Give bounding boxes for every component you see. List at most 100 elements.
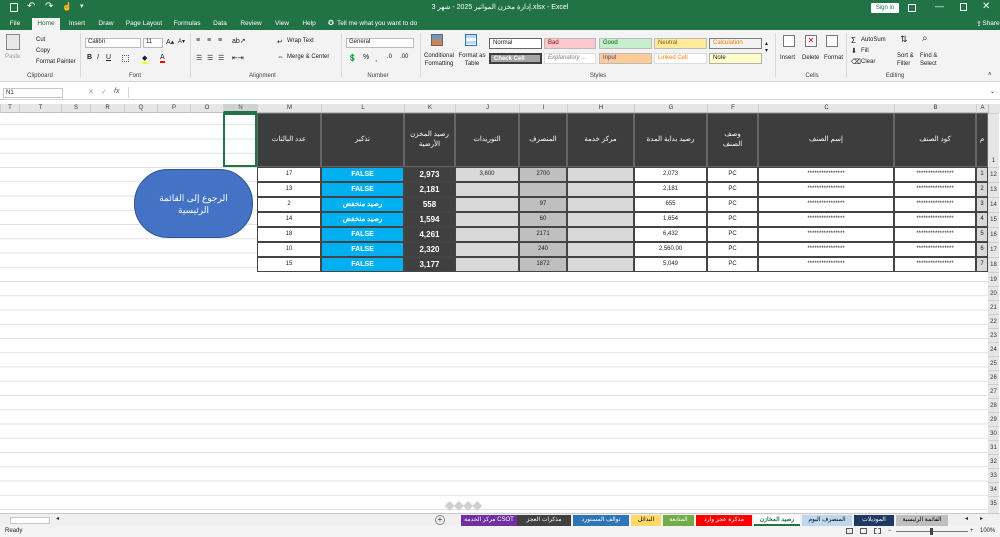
cell-serial[interactable]: 6 xyxy=(976,242,988,257)
cell-issued[interactable]: 1872 xyxy=(519,257,567,272)
italic-icon[interactable]: I xyxy=(97,54,99,61)
cell-pallets[interactable]: 15 xyxy=(257,257,321,272)
expand-formula-icon[interactable]: ⌄ xyxy=(990,88,995,95)
shrink-font-icon[interactable]: A▾ xyxy=(178,38,185,45)
clear-button[interactable]: Clear xyxy=(861,59,875,65)
percent-icon[interactable]: % xyxy=(363,54,369,61)
cell-issued[interactable]: 97 xyxy=(519,197,567,212)
style-bad[interactable]: Bad xyxy=(544,38,596,49)
align-top-icon[interactable]: ≡ xyxy=(196,37,200,44)
sheet-tab-csot[interactable]: مركز الخدمة CSOT xyxy=(461,515,517,526)
tab-home[interactable]: Home xyxy=(32,18,60,30)
cell-supplies[interactable] xyxy=(455,197,519,212)
select-all-corner[interactable] xyxy=(988,104,1000,113)
column-header[interactable]: T xyxy=(0,104,19,113)
cell-item-name[interactable]: **************** xyxy=(758,212,894,227)
cell-description[interactable]: PC xyxy=(707,182,758,197)
style-linked-cell[interactable]: Linked Cell xyxy=(654,53,707,64)
column-header[interactable]: H xyxy=(567,104,634,113)
row-header[interactable]: 24 xyxy=(988,342,999,356)
column-header[interactable]: I xyxy=(519,104,567,113)
font-name-select[interactable]: Calibri xyxy=(85,38,141,48)
find-select-button[interactable]: Find & Select xyxy=(920,52,942,68)
row-header[interactable]: 18 xyxy=(988,257,999,272)
cell-item-name[interactable]: **************** xyxy=(758,197,894,212)
cell-supplies[interactable] xyxy=(455,227,519,242)
cell-opening-balance[interactable]: 2,181 xyxy=(634,182,707,197)
ribbon-display-icon[interactable] xyxy=(908,4,916,12)
row-header[interactable]: 26 xyxy=(988,370,999,384)
row-header[interactable]: 1 xyxy=(988,113,999,167)
paste-icon[interactable] xyxy=(6,34,20,50)
sheet-tab-deficit-notes[interactable]: مذكرات العجز xyxy=(517,515,571,526)
row-header[interactable]: 23 xyxy=(988,328,999,342)
page-break-view-icon[interactable] xyxy=(874,528,881,534)
tab-formulas[interactable]: Formulas xyxy=(170,18,204,30)
format-painter-button[interactable]: Format Painter xyxy=(36,59,76,65)
column-header[interactable]: F xyxy=(707,104,758,113)
column-header[interactable]: C xyxy=(758,104,894,113)
cell-item-name[interactable]: **************** xyxy=(758,257,894,272)
comma-icon[interactable]: , xyxy=(375,54,377,63)
cell-serial[interactable]: 7 xyxy=(976,257,988,272)
restore-icon[interactable] xyxy=(960,3,967,11)
cell-serial[interactable]: 2 xyxy=(976,182,988,197)
row-header[interactable]: 12 xyxy=(988,167,999,182)
sign-in-button[interactable]: Sign in xyxy=(871,3,899,13)
cell-issued[interactable]: 2700 xyxy=(519,167,567,182)
row-header[interactable]: 35 xyxy=(988,496,999,510)
cell-reminder[interactable]: رصيد منخفض xyxy=(321,212,404,227)
zoom-slider-thumb[interactable] xyxy=(930,528,933,535)
bold-icon[interactable]: B xyxy=(87,54,92,61)
cell-issued[interactable]: 2171 xyxy=(519,227,567,242)
row-header[interactable]: 19 xyxy=(988,272,999,286)
close-icon[interactable]: ✕ xyxy=(982,1,990,12)
cell-reminder[interactable]: FALSE xyxy=(321,257,404,272)
cell-service-center[interactable] xyxy=(567,242,634,257)
cell-issued[interactable]: 240 xyxy=(519,242,567,257)
align-right-icon[interactable]: ☰ xyxy=(218,54,224,62)
row-header[interactable]: 17 xyxy=(988,242,999,257)
page-layout-view-icon[interactable] xyxy=(860,528,867,534)
style-explanatory[interactable]: Explanatory ... xyxy=(544,53,596,64)
cell-opening-balance[interactable]: 2,560.00 xyxy=(634,242,707,257)
worksheet-grid[interactable]: عدد البالتات تذكير رصيد المخزن الأرضية ا… xyxy=(0,113,988,513)
row-header[interactable]: 29 xyxy=(988,412,999,426)
font-color-icon[interactable]: A xyxy=(160,54,165,63)
cell-description[interactable]: PC xyxy=(707,197,758,212)
borders-icon[interactable] xyxy=(122,55,129,62)
cell-issued[interactable]: 60 xyxy=(519,212,567,227)
cell-service-center[interactable] xyxy=(567,197,634,212)
style-neutral[interactable]: Neutral xyxy=(654,38,707,49)
cell-ground-balance[interactable]: 2,181 xyxy=(404,182,455,197)
share-button[interactable]: Share xyxy=(982,18,1000,30)
cell-item-code[interactable]: **************** xyxy=(894,227,976,242)
cell-item-name[interactable]: **************** xyxy=(758,167,894,182)
paste-button[interactable]: Paste xyxy=(5,54,20,60)
cell-supplies[interactable] xyxy=(455,182,519,197)
number-format-select[interactable]: General xyxy=(346,38,414,48)
cell-supplies[interactable] xyxy=(455,257,519,272)
row-header[interactable]: 16 xyxy=(988,227,999,242)
scroll-next-sheet-icon[interactable]: ▸ xyxy=(980,515,983,522)
underline-icon[interactable]: U xyxy=(106,54,111,61)
cell-pallets[interactable]: 10 xyxy=(257,242,321,257)
style-note[interactable]: Note xyxy=(709,53,762,64)
column-header[interactable]: S xyxy=(61,104,90,113)
cell-item-name[interactable]: **************** xyxy=(758,227,894,242)
align-bottom-icon[interactable]: ≡ xyxy=(218,37,222,44)
row-header[interactable]: 22 xyxy=(988,314,999,328)
tab-draw[interactable]: Draw xyxy=(94,18,118,30)
sheet-tab-today-issued[interactable]: المنصرف اليوم xyxy=(802,515,852,526)
insert-cells-button[interactable]: Insert xyxy=(780,55,795,61)
currency-icon[interactable]: 💲 xyxy=(348,54,357,62)
cell-item-code[interactable]: **************** xyxy=(894,212,976,227)
cell-opening-balance[interactable]: 1,654 xyxy=(634,212,707,227)
save-icon[interactable] xyxy=(10,3,18,12)
cell-item-code[interactable]: **************** xyxy=(894,167,976,182)
tell-me-search[interactable]: Tell me what you want to do xyxy=(337,18,421,30)
horizontal-scrollbar[interactable] xyxy=(10,517,50,524)
cell-description[interactable]: PC xyxy=(707,227,758,242)
undo-icon[interactable]: ↶ xyxy=(27,1,35,12)
cell-item-name[interactable]: **************** xyxy=(758,182,894,197)
